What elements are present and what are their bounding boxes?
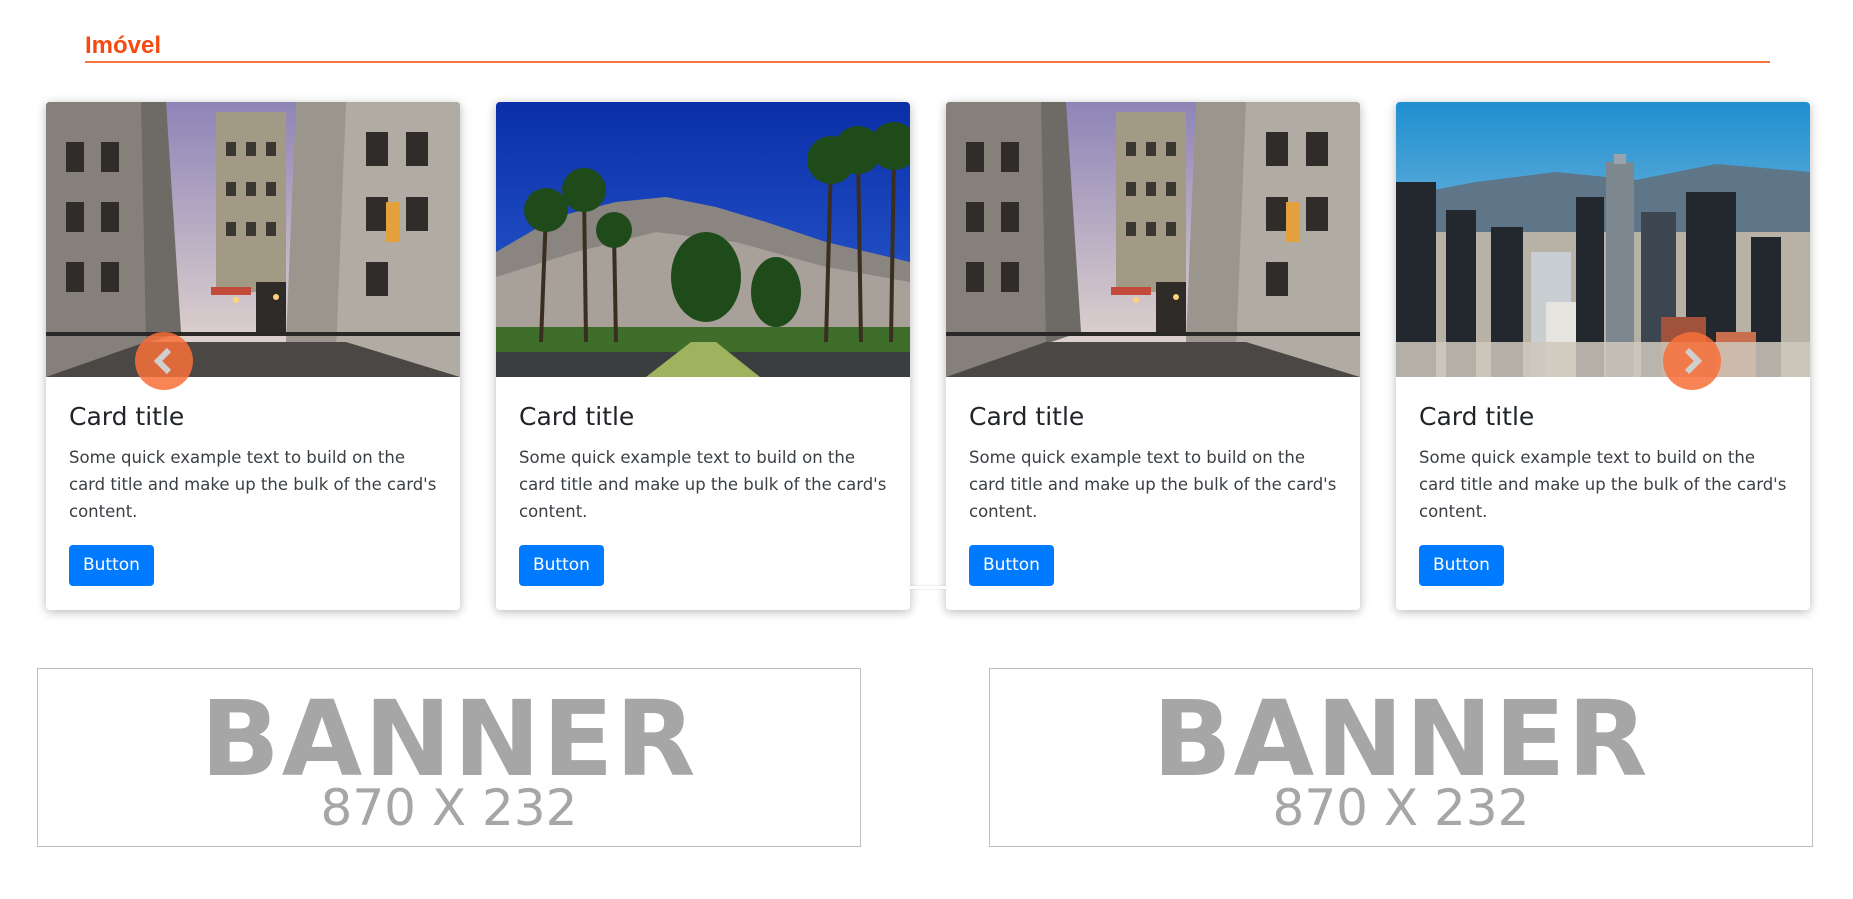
banner-size: 870 X 232: [1272, 779, 1530, 837]
chevron-left-icon: [153, 347, 172, 375]
paris-street-photo: [946, 102, 1360, 377]
card-image: [496, 102, 910, 377]
card-button[interactable]: Button: [969, 545, 1054, 586]
card-image: [1396, 102, 1810, 377]
carousel-indicator[interactable]: [910, 586, 946, 589]
banner-placeholder[interactable]: BANNER 870 X 232: [37, 668, 861, 847]
banner-size: 870 X 232: [320, 779, 578, 837]
card: Card title Some quick example text to bu…: [946, 102, 1360, 610]
paris-street-photo: [46, 102, 460, 377]
carousel-prev-button[interactable]: [135, 332, 193, 390]
card-text: Some quick example text to build on the …: [69, 448, 437, 521]
card: Card title Some quick example text to bu…: [496, 102, 910, 610]
section-title: Imóvel: [85, 32, 162, 59]
palm-avenue-mountains-photo: [496, 102, 910, 377]
card-text: Some quick example text to build on the …: [519, 448, 887, 521]
banner-word: BANNER: [1152, 678, 1650, 800]
section-header: Imóvel: [85, 28, 1770, 63]
banner-word: BANNER: [200, 678, 698, 800]
chevron-right-icon: [1684, 347, 1703, 375]
card-carousel: Card title Some quick example text to bu…: [32, 100, 1824, 620]
banner-placeholder[interactable]: BANNER 870 X 232: [989, 668, 1813, 847]
card-button[interactable]: Button: [69, 545, 154, 586]
card: Card title Some quick example text to bu…: [46, 102, 460, 610]
card-text: Some quick example text to build on the …: [1419, 448, 1787, 521]
card-button[interactable]: Button: [519, 545, 604, 586]
card-image: [46, 102, 460, 377]
card: Card title Some quick example text to bu…: [1396, 102, 1810, 610]
card-image: [946, 102, 1360, 377]
page: Imóvel Card title Some quick example tex…: [0, 0, 1853, 899]
city-skyline-photo: [1396, 102, 1810, 377]
card-button[interactable]: Button: [1419, 545, 1504, 586]
card-title: Card title: [1419, 402, 1535, 431]
card-title: Card title: [969, 402, 1085, 431]
card-title: Card title: [519, 402, 635, 431]
card-text: Some quick example text to build on the …: [969, 448, 1337, 521]
carousel-next-button[interactable]: [1663, 332, 1721, 390]
card-title: Card title: [69, 402, 185, 431]
